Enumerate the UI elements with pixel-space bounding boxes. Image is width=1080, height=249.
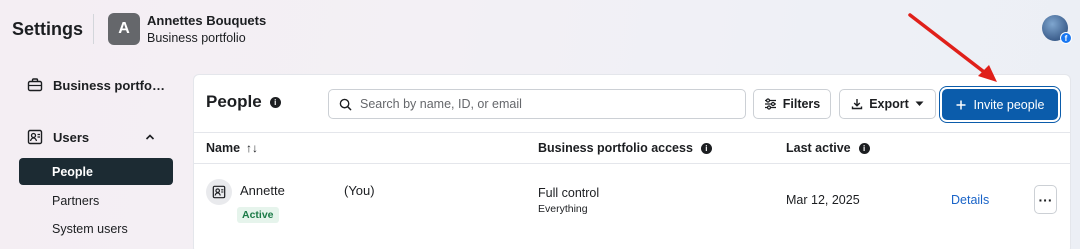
sidebar-item-label: Business portfo…: [53, 77, 165, 93]
account-avatar[interactable]: A: [108, 13, 140, 45]
divider: [194, 132, 1070, 133]
id-badge-icon: [212, 185, 226, 199]
access-detail: Everything: [538, 203, 588, 215]
you-label: (You): [344, 183, 375, 198]
chevron-up-icon: [145, 134, 155, 140]
users-icon: [27, 129, 43, 145]
info-icon[interactable]: i: [700, 142, 712, 154]
invite-people-button[interactable]: Invite people: [942, 89, 1058, 120]
header-divider: [93, 14, 94, 44]
sliders-icon: [764, 98, 776, 110]
sort-icon[interactable]: ↑↓: [246, 141, 258, 155]
sidebar-item-users[interactable]: Users: [27, 129, 155, 145]
divider: [194, 163, 1070, 164]
account-name[interactable]: Annettes Bouquets: [147, 13, 266, 28]
export-button[interactable]: Export: [839, 89, 936, 119]
details-link[interactable]: Details: [951, 193, 989, 207]
filters-button[interactable]: Filters: [753, 89, 831, 119]
search-box[interactable]: [328, 89, 746, 119]
column-label: Name: [206, 141, 241, 155]
info-icon[interactable]: i: [858, 142, 870, 154]
page-title: Settings: [12, 19, 84, 39]
column-label: Business portfolio access: [538, 141, 693, 155]
info-icon[interactable]: i: [269, 96, 281, 108]
user-avatar-icon: [206, 179, 232, 205]
more-options-icon[interactable]: ···: [1034, 185, 1057, 214]
caret-down-icon: [915, 101, 924, 106]
user-name: Annette: [240, 183, 285, 198]
column-header-access: Business portfolio access i: [538, 141, 712, 155]
people-panel: People i Filters Export Invite: [193, 74, 1071, 249]
search-input[interactable]: [360, 97, 740, 111]
filters-label: Filters: [782, 97, 821, 111]
export-label: Export: [869, 97, 909, 111]
sidebar-item-label: Users: [53, 129, 90, 145]
column-header-last-active: Last active i: [786, 141, 870, 155]
plus-icon: [956, 100, 966, 109]
sidebar-item-system-users[interactable]: System users: [19, 215, 173, 242]
invite-label: Invite people: [973, 97, 1045, 112]
download-icon: [852, 99, 863, 110]
facebook-badge-icon: f: [1060, 32, 1072, 44]
people-heading: People: [206, 92, 262, 111]
sidebar-item-partners[interactable]: Partners: [19, 187, 173, 214]
sidebar-item-business-portfolio[interactable]: Business portfo…: [27, 77, 165, 93]
column-header-name[interactable]: Name ↑↓: [206, 141, 258, 155]
account-type: Business portfolio: [147, 31, 246, 45]
briefcase-icon: [27, 78, 43, 92]
column-label: Last active: [786, 141, 851, 155]
profile-avatar[interactable]: f: [1042, 15, 1072, 44]
search-icon: [339, 98, 352, 110]
sidebar-item-people[interactable]: People: [19, 158, 173, 185]
access-level: Full control: [538, 186, 600, 200]
status-badge: Active: [237, 207, 279, 223]
last-active-date: Mar 12, 2025: [786, 193, 860, 207]
panel-title: People i: [206, 92, 281, 112]
